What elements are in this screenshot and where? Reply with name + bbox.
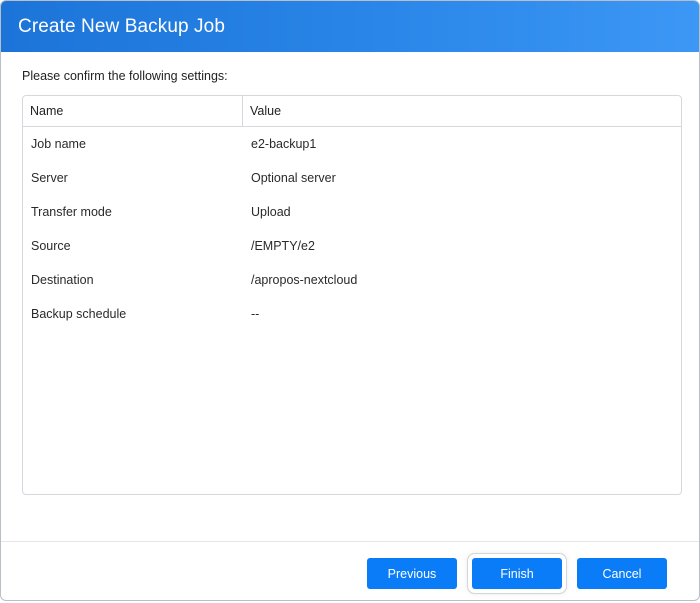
- finish-button[interactable]: Finish: [472, 558, 562, 589]
- table-row[interactable]: Job name e2-backup1: [23, 127, 681, 161]
- table-row[interactable]: Source /EMPTY/e2: [23, 229, 681, 263]
- row-value: Optional server: [251, 171, 336, 185]
- table-row[interactable]: Backup schedule --: [23, 297, 681, 331]
- column-header-name[interactable]: Name: [23, 96, 243, 126]
- row-value: /EMPTY/e2: [251, 239, 315, 253]
- create-backup-job-dialog: Create New Backup Job Please confirm the…: [0, 0, 700, 601]
- cancel-button[interactable]: Cancel: [577, 558, 667, 589]
- table-row[interactable]: Server Optional server: [23, 161, 681, 195]
- row-name: Destination: [31, 273, 94, 287]
- footer-divider: [1, 541, 699, 542]
- row-value: Upload: [251, 205, 291, 219]
- dialog-title-bar: Create New Backup Job: [1, 1, 699, 52]
- confirm-prompt: Please confirm the following settings:: [22, 69, 228, 83]
- row-value: e2-backup1: [251, 137, 317, 151]
- row-value: /apropos-nextcloud: [251, 273, 358, 287]
- table-header: Name Value: [23, 96, 681, 127]
- table-body: Job name e2-backup1 Server Optional serv…: [23, 127, 681, 331]
- column-header-value[interactable]: Value: [243, 96, 681, 126]
- row-name: Transfer mode: [31, 205, 112, 219]
- row-name: Source: [31, 239, 71, 253]
- row-name: Backup schedule: [31, 307, 127, 321]
- dialog-title: Create New Backup Job: [18, 15, 225, 37]
- settings-table: Name Value Job name e2-backup1 Server Op…: [22, 95, 682, 495]
- table-row[interactable]: Destination /apropos-nextcloud: [23, 263, 681, 297]
- row-name: Job name: [31, 137, 86, 151]
- table-row[interactable]: Transfer mode Upload: [23, 195, 681, 229]
- row-name: Server: [31, 171, 68, 185]
- previous-button[interactable]: Previous: [367, 558, 457, 589]
- row-value: --: [251, 307, 260, 321]
